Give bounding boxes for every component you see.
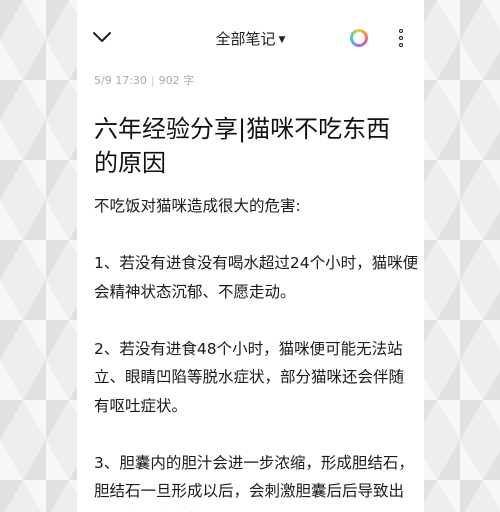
chevron-down-icon bbox=[93, 32, 111, 42]
top-bar: 全部笔记 ▼ bbox=[77, 20, 424, 56]
paragraph: 2、若没有进食48个小时，猫咪便可能无法站立、眼睛凹陷等脱水症状，部分猫咪还会伴… bbox=[94, 339, 405, 415]
note-datetime: 5/9 17:30 bbox=[94, 74, 147, 87]
meta-separator: | bbox=[150, 74, 155, 87]
caret-down-icon: ▼ bbox=[278, 35, 286, 45]
color-ring-icon[interactable] bbox=[350, 29, 368, 47]
note-body[interactable]: 不吃饭对猫咪造成很大的危害: 1、若没有进食没有喝水超过24个小时，猫咪便会精神… bbox=[94, 192, 419, 512]
folder-title: 全部笔记 bbox=[215, 30, 276, 48]
note-card: 全部笔记 ▼ 5/9 17:30 | 902 字 六年经验分享|猫咪不吃东西的原因 不… bbox=[77, 0, 424, 512]
collapse-button[interactable] bbox=[91, 26, 113, 48]
more-vertical-icon[interactable] bbox=[395, 29, 407, 47]
paragraph: 1、若没有进食没有喝水超过24个小时，猫咪便会精神状态沉郁、不愿走动。 bbox=[94, 254, 419, 301]
word-count: 902 字 bbox=[158, 74, 195, 87]
note-meta: 5/9 17:30 | 902 字 bbox=[94, 72, 194, 88]
paragraph: 不吃饭对猫咪造成很大的危害: bbox=[94, 197, 301, 215]
paragraph bbox=[94, 306, 419, 335]
note-title[interactable]: 六年经验分享|猫咪不吃东西的原因 bbox=[94, 112, 414, 180]
folder-selector[interactable]: 全部笔记 ▼ bbox=[191, 28, 311, 49]
paragraph bbox=[94, 420, 419, 449]
paragraph bbox=[94, 221, 419, 250]
paragraph: 3、胆囊内的胆汁会进一步浓缩，形成胆结石，胆结石一旦形成以后，会刺激胆囊后后导致… bbox=[94, 453, 414, 512]
